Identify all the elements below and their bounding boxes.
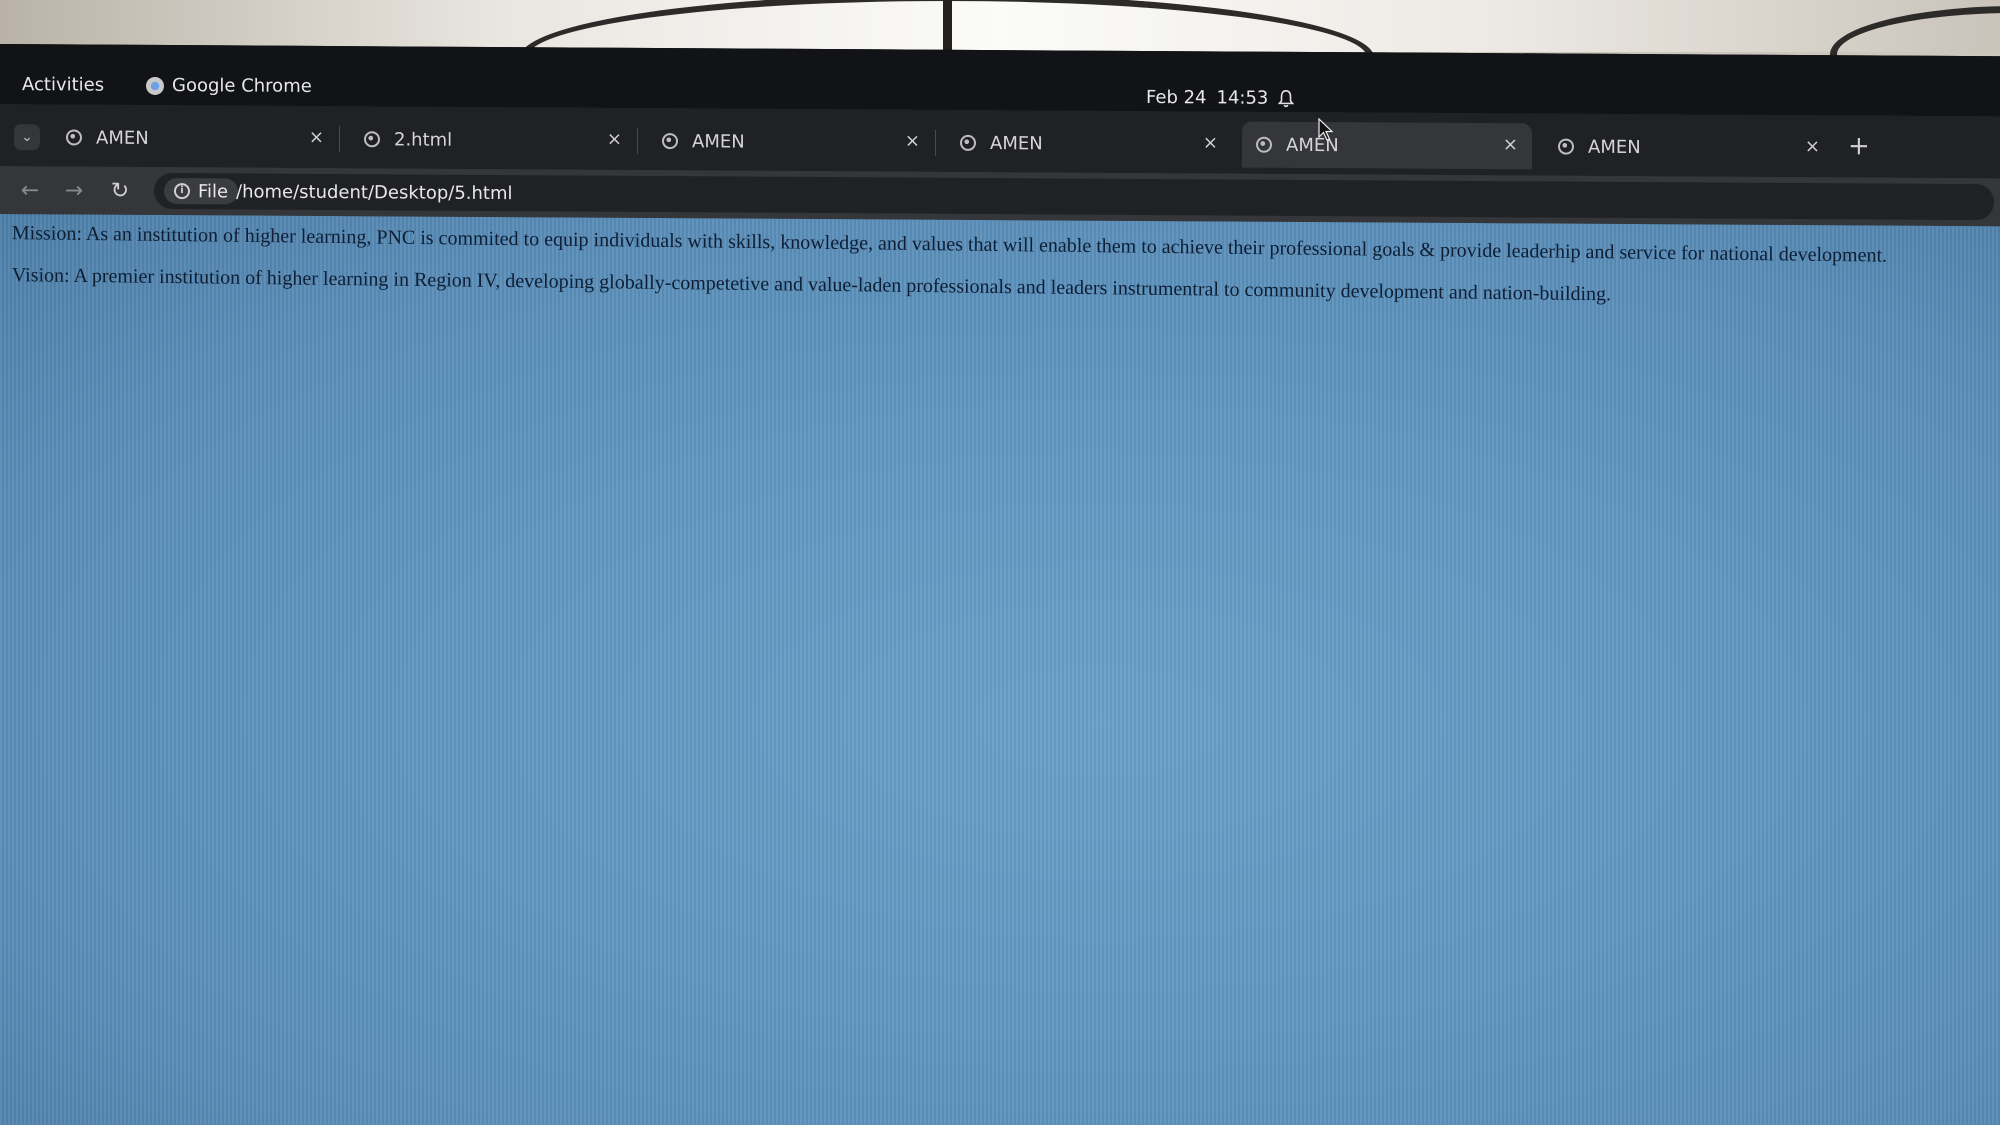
tab-5-active[interactable]: AMEN × bbox=[1242, 121, 1532, 170]
tab-title: AMEN bbox=[692, 130, 745, 153]
globe-icon bbox=[960, 134, 976, 151]
chevron-down-icon: ⌄ bbox=[21, 129, 33, 146]
close-icon[interactable]: × bbox=[1503, 134, 1518, 155]
scheme-label: File bbox=[198, 180, 229, 202]
close-icon[interactable]: × bbox=[1805, 136, 1820, 157]
new-tab-button[interactable]: + bbox=[1848, 131, 1870, 161]
activities-button[interactable]: Activities bbox=[22, 74, 104, 96]
tab-divider bbox=[935, 129, 936, 156]
tab-divider bbox=[637, 127, 638, 154]
close-icon[interactable]: × bbox=[1203, 132, 1218, 153]
tab-search-button[interactable]: ⌄ bbox=[14, 124, 40, 151]
globe-icon bbox=[1558, 138, 1574, 155]
clock-date: Feb 24 bbox=[1146, 87, 1207, 109]
monitor-screen: Activities Google Chrome Feb 24 14:53 ⌄ … bbox=[0, 44, 2000, 1125]
page-viewport: Mission: As an institution of higher lea… bbox=[0, 214, 2000, 1125]
app-menu[interactable]: Google Chrome bbox=[146, 75, 312, 97]
globe-icon bbox=[1256, 136, 1272, 153]
photo-frame: Activities Google Chrome Feb 24 14:53 ⌄ … bbox=[0, 0, 2000, 1125]
tab-1[interactable]: AMEN × bbox=[52, 114, 340, 162]
screen-moire bbox=[0, 214, 2000, 1125]
tab-6[interactable]: AMEN × bbox=[1544, 123, 1834, 171]
tab-title: AMEN bbox=[96, 127, 149, 149]
tab-title: AMEN bbox=[1588, 136, 1641, 158]
reload-icon: ↻ bbox=[110, 178, 130, 204]
info-icon: i bbox=[174, 183, 190, 200]
tab-2[interactable]: 2.html × bbox=[350, 116, 638, 164]
window-post bbox=[943, 0, 952, 52]
clock-time: 14:53 bbox=[1216, 87, 1269, 109]
url-text[interactable]: /home/student/Desktop/5.html bbox=[236, 181, 513, 204]
app-name: Google Chrome bbox=[172, 75, 312, 97]
clock[interactable]: Feb 24 14:53 bbox=[1146, 87, 1268, 109]
site-info-chip[interactable]: i File bbox=[164, 178, 239, 205]
reload-button[interactable]: ↻ bbox=[104, 175, 136, 207]
close-icon[interactable]: × bbox=[905, 131, 920, 152]
tab-title: 2.html bbox=[394, 128, 453, 151]
forward-button[interactable]: → bbox=[58, 174, 90, 206]
tab-divider bbox=[339, 126, 340, 153]
address-bar[interactable]: i File /home/student/Desktop/5.html bbox=[154, 172, 1994, 221]
arrow-right-icon: → bbox=[64, 177, 84, 204]
chrome-icon bbox=[146, 76, 164, 95]
bell-icon[interactable] bbox=[1278, 90, 1294, 108]
arrow-left-icon: ← bbox=[20, 177, 40, 203]
globe-icon bbox=[662, 133, 678, 150]
mouse-pointer-icon bbox=[1318, 118, 1334, 141]
close-icon[interactable]: × bbox=[607, 129, 622, 150]
globe-icon bbox=[364, 131, 380, 148]
back-button[interactable]: ← bbox=[14, 174, 46, 206]
tab-4[interactable]: AMEN × bbox=[946, 120, 1232, 168]
tab-3[interactable]: AMEN × bbox=[648, 118, 936, 166]
tab-title: AMEN bbox=[990, 132, 1043, 154]
globe-icon bbox=[66, 129, 82, 146]
room-background bbox=[0, 0, 2000, 121]
close-icon[interactable]: × bbox=[309, 127, 324, 148]
